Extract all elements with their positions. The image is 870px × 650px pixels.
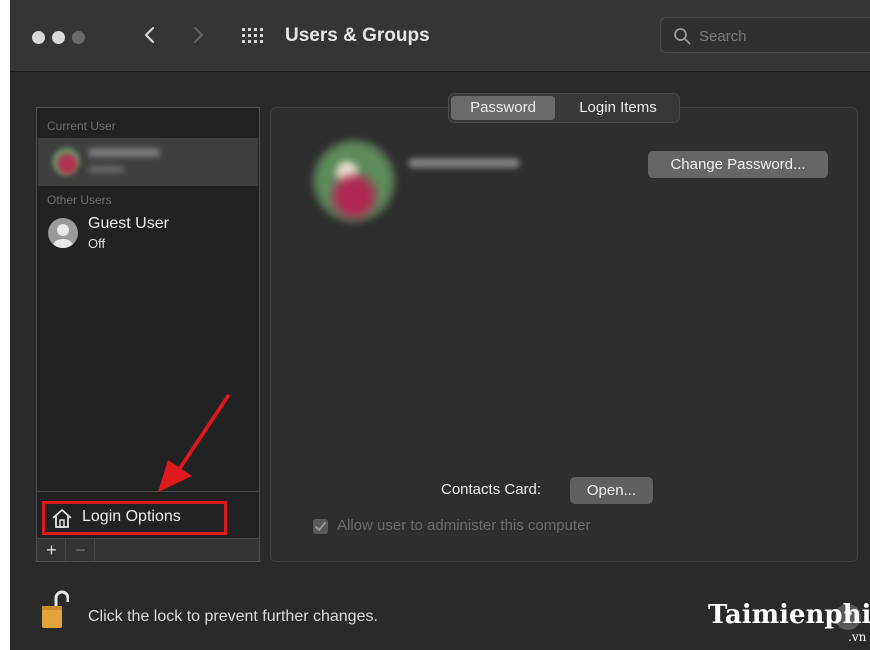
- lock-status-text: Click the lock to prevent further change…: [88, 608, 378, 625]
- search-input[interactable]: [699, 25, 859, 47]
- lock-icon[interactable]: [41, 590, 69, 630]
- grid-icon[interactable]: [241, 27, 263, 45]
- home-icon: [52, 509, 72, 528]
- zoom-window-button[interactable]: [72, 31, 85, 44]
- back-chevron-icon[interactable]: [143, 26, 155, 44]
- current-user-name-redacted: [88, 148, 160, 157]
- open-contacts-button[interactable]: Open...: [570, 477, 653, 504]
- remove-user-button[interactable]: −: [67, 539, 95, 561]
- arrow-annotation-icon: [158, 394, 230, 492]
- sidebar-item-guest-user[interactable]: Guest User Off: [38, 212, 258, 256]
- login-options-button[interactable]: Login Options: [42, 501, 227, 535]
- guest-user-status: Off: [88, 236, 106, 251]
- watermark-logo: Taimienphi: [708, 600, 870, 630]
- avatar: [52, 146, 80, 176]
- sidebar-footer: + −: [37, 538, 259, 561]
- watermark-domain: .vn: [848, 630, 867, 644]
- tab-bar: Password Login Items: [448, 93, 680, 123]
- other-users-heading: Other Users: [47, 193, 112, 207]
- search-icon: [674, 28, 691, 45]
- current-user-role-redacted: [88, 166, 124, 173]
- login-options-label: Login Options: [82, 508, 181, 525]
- contacts-card-label: Contacts Card:: [441, 481, 542, 498]
- current-user-heading: Current User: [47, 119, 116, 133]
- tab-password[interactable]: Password: [451, 96, 555, 120]
- user-silhouette-icon: [48, 218, 78, 248]
- tab-login-items[interactable]: Login Items: [559, 96, 677, 120]
- add-user-button[interactable]: +: [38, 539, 66, 561]
- user-photo[interactable]: [311, 138, 397, 224]
- admin-checkbox-label: Allow user to administer this computer: [337, 517, 591, 534]
- admin-checkbox[interactable]: [313, 519, 328, 534]
- checkmark-icon: [315, 522, 326, 531]
- minimize-window-button[interactable]: [52, 31, 65, 44]
- change-password-button[interactable]: Change Password...: [648, 151, 828, 178]
- forward-chevron-icon[interactable]: [193, 26, 205, 44]
- search-field[interactable]: [660, 17, 870, 53]
- guest-user-name: Guest User: [88, 215, 169, 232]
- titlebar: Users & Groups: [10, 0, 870, 72]
- close-window-button[interactable]: [32, 31, 45, 44]
- window-title: Users & Groups: [285, 25, 430, 46]
- current-user-row[interactable]: [38, 138, 258, 186]
- preferences-window: Users & Groups Current User Other Users: [10, 0, 870, 650]
- user-full-name-redacted: [408, 158, 520, 168]
